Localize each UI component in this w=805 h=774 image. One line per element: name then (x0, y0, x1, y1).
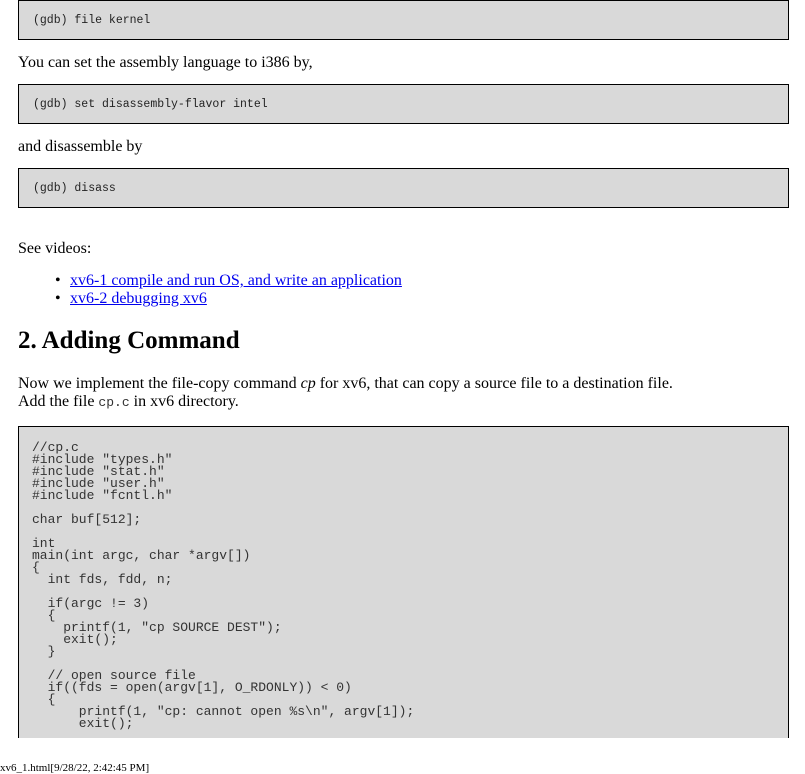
paragraph-intro: Now we implement the file-copy command c… (18, 375, 673, 393)
code-block-file-kernel: (gdb) file kernel (18, 0, 789, 40)
add-text-end: in xv6 directory. (129, 393, 239, 410)
paragraph-add-file: Add the file cp.c in xv6 directory. (18, 393, 239, 412)
video-link-xv6-2[interactable]: xv6-2 debugging xv6 (70, 290, 207, 307)
code-text: (gdb) file kernel (33, 14, 151, 27)
page-footer: xv6_1.html[9/28/22, 2:42:45 PM] (0, 762, 150, 774)
paragraph-set-assembly: You can set the assembly language to i38… (18, 54, 313, 71)
bullet-icon: • (55, 272, 61, 289)
code-line: } (32, 644, 56, 659)
code-block-disass: (gdb) disass (18, 168, 789, 208)
code-text: (gdb) set disassembly-flavor intel (33, 98, 268, 111)
add-text: Add the file (18, 393, 99, 410)
section-heading: 2. Adding Command (18, 327, 240, 354)
intro-text-end: for xv6, that can copy a source file to … (315, 375, 673, 392)
bullet-icon: • (55, 290, 61, 307)
code-block-set-flavor: (gdb) set disassembly-flavor intel (18, 84, 789, 124)
paragraph-disassemble-by: and disassemble by (18, 138, 143, 155)
video-list: • xv6-1 compile and run OS, and write an… (50, 272, 402, 308)
code-line: int fds, fdd, n; (32, 572, 173, 587)
intro-text: Now we implement the file-copy command (18, 375, 301, 392)
code-line: #include "fcntl.h" (32, 488, 173, 503)
video-link-xv6-1[interactable]: xv6-1 compile and run OS, and write an a… (70, 272, 402, 289)
code-line: if((fds = open(argv[1], O_RDONLY)) < 0) (32, 680, 352, 695)
filename-code: cp.c (98, 395, 130, 410)
code-block-cp: //cp.c #include "types.h" #include "stat.h… (18, 426, 789, 738)
list-item: • xv6-2 debugging xv6 (50, 290, 402, 308)
code-line: char buf[512]; (32, 512, 142, 527)
list-item: • xv6-1 compile and run OS, and write an… (50, 272, 402, 290)
code-text: (gdb) disass (33, 182, 116, 195)
code-line: main(int argc, char *argv[]) (32, 548, 251, 563)
code-line: exit(); (32, 716, 134, 731)
paragraph-see-videos: See videos: (18, 240, 92, 257)
intro-command: cp (300, 375, 316, 392)
